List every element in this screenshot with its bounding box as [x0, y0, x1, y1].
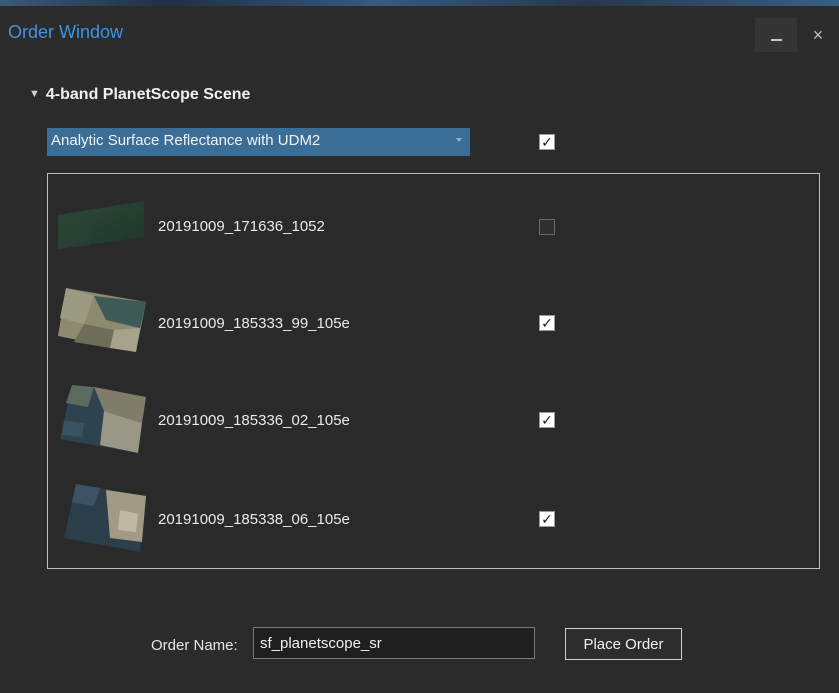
scene-thumbnail	[58, 288, 146, 352]
dropdown-caret-icon	[456, 138, 462, 142]
select-all-checkbox[interactable]: ✓	[539, 134, 555, 150]
minimize-button[interactable]	[755, 18, 797, 52]
scene-id: 20191009_185336_02_105e	[158, 412, 350, 429]
scene-row: 20191009_185338_06_105e ✓	[48, 478, 819, 558]
scene-row: 20191009_171636_1052	[48, 188, 819, 268]
scene-checkbox[interactable]: ✓	[539, 511, 555, 527]
checkmark-icon: ✓	[541, 134, 553, 150]
scene-checkbox[interactable]: ✓	[539, 315, 555, 331]
section-title: 4-band PlanetScope Scene	[45, 86, 251, 103]
scene-id: 20191009_185333_99_105e	[158, 315, 350, 332]
section-header[interactable]: ▼ 4-band PlanetScope Scene	[29, 86, 250, 104]
scene-id: 20191009_185338_06_105e	[158, 511, 350, 528]
scene-thumbnail	[60, 385, 146, 453]
scene-checkbox[interactable]	[539, 219, 555, 235]
scene-row: 20191009_185336_02_105e ✓	[48, 377, 819, 457]
scene-row: 20191009_185333_99_105e ✓	[48, 280, 819, 360]
scene-list: 20191009_171636_1052 20191009_185333_99_…	[47, 173, 820, 569]
product-type-value: Analytic Surface Reflectance with UDM2	[51, 132, 321, 149]
checkmark-icon: ✓	[541, 412, 553, 428]
chevron-down-icon: ▼	[29, 88, 40, 100]
close-button[interactable]: ×	[797, 18, 839, 52]
checkmark-icon: ✓	[541, 315, 553, 331]
order-name-input[interactable]	[253, 627, 535, 659]
product-type-dropdown[interactable]: Analytic Surface Reflectance with UDM2	[47, 128, 470, 156]
scene-thumbnail	[64, 484, 146, 552]
scene-id: 20191009_171636_1052	[158, 218, 325, 235]
window-title: Order Window	[8, 22, 124, 42]
scene-thumbnail	[58, 201, 144, 249]
close-icon: ×	[812, 24, 824, 45]
scene-checkbox[interactable]: ✓	[539, 412, 555, 428]
order-name-label: Order Name:	[151, 637, 238, 654]
title-bar: Order Window ×	[0, 6, 839, 56]
minimize-icon	[770, 39, 782, 41]
place-order-button[interactable]: Place Order	[565, 628, 682, 660]
checkmark-icon: ✓	[541, 511, 553, 527]
window-controls: ×	[755, 18, 839, 52]
